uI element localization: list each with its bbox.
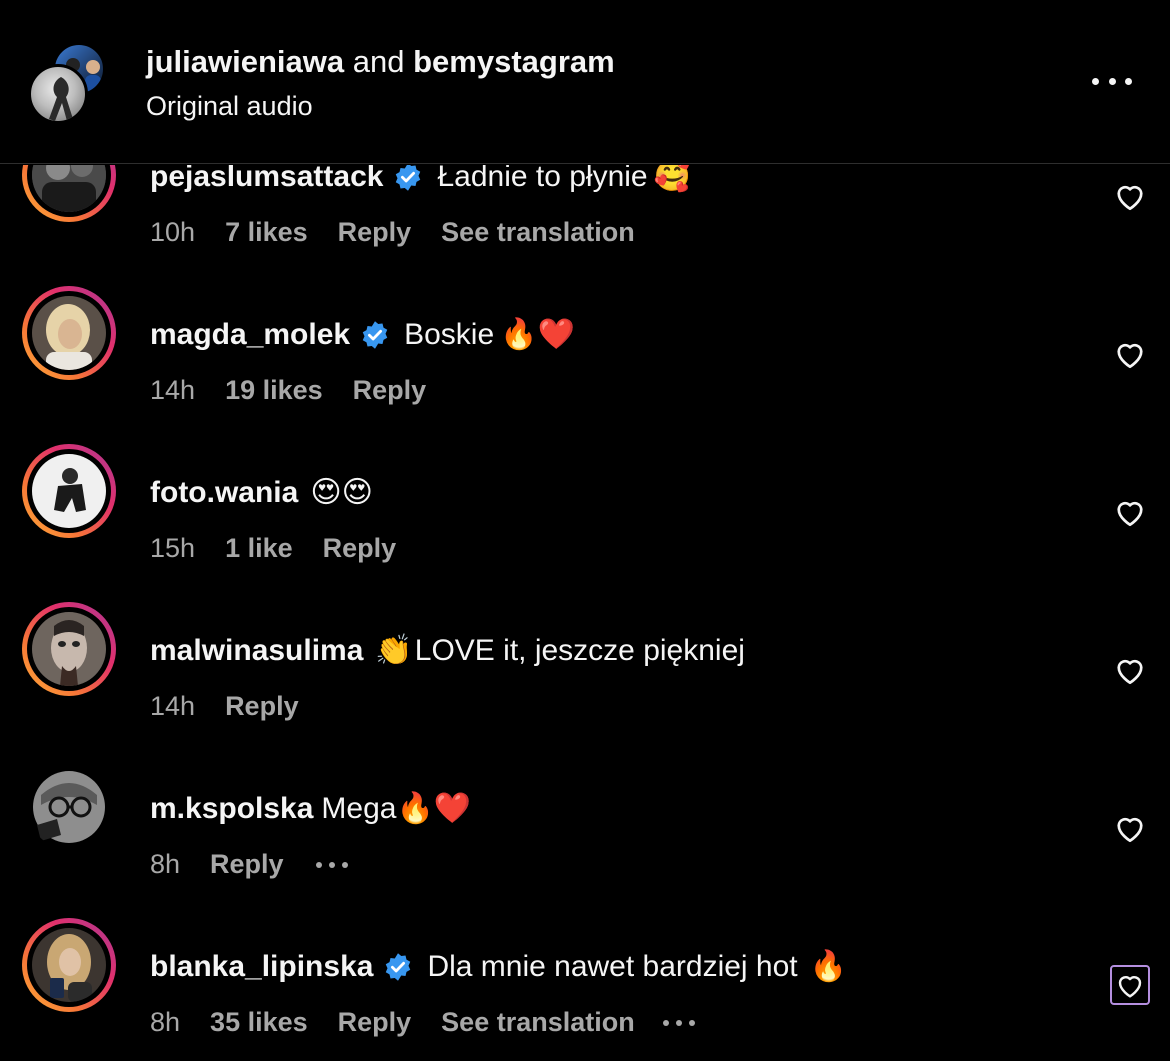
- comment-text: Boskie: [404, 317, 495, 351]
- avatar[interactable]: [32, 454, 106, 528]
- comment-text: Dla mnie nawet bardziej hot: [427, 949, 798, 983]
- heart-outline-icon[interactable]: [1112, 810, 1148, 846]
- avatar-ring[interactable]: [22, 444, 116, 538]
- reply-button[interactable]: Reply: [338, 1007, 412, 1038]
- header-joiner: and: [352, 44, 405, 79]
- comment-username[interactable]: foto.wania: [150, 476, 298, 510]
- comment-body: malwinasulima 👏 LOVE it, jeszcze pięknie…: [150, 633, 745, 668]
- comment-emoji: 😍😍: [310, 475, 373, 510]
- comment-text: Ładnie to płynie: [437, 165, 648, 193]
- comment-body: magda_molek Boskie 🔥❤️: [150, 317, 575, 352]
- heart-outline-icon[interactable]: [1112, 336, 1148, 372]
- comment-likes[interactable]: 35 likes: [210, 1007, 308, 1038]
- see-translation-button[interactable]: See translation: [441, 217, 635, 248]
- audio-link[interactable]: Original audio: [146, 91, 313, 122]
- comment-body: foto.wania 😍😍: [150, 475, 373, 510]
- comment-username[interactable]: magda_molek: [150, 318, 350, 352]
- reply-button[interactable]: Reply: [225, 691, 299, 722]
- more-icon[interactable]: [1092, 66, 1132, 96]
- header-title: juliawieniawa and bemystagram: [146, 44, 615, 80]
- reply-button[interactable]: Reply: [353, 375, 427, 406]
- comment-more-icon[interactable]: [662, 1019, 695, 1026]
- avatar[interactable]: [32, 928, 106, 1002]
- avatar-ring[interactable]: [22, 165, 116, 222]
- comment-text: Mega: [321, 791, 397, 825]
- verified-icon: [386, 952, 411, 981]
- like-button-focused[interactable]: [1110, 965, 1150, 1005]
- comment-time[interactable]: 14h: [150, 691, 195, 722]
- comment-username[interactable]: pejaslumsattack: [150, 165, 383, 194]
- comment-emoji: 🥰: [653, 165, 691, 194]
- comment-item: m.kspolska Mega 🔥❤️ 8h Reply: [0, 760, 1170, 920]
- comment-emoji: 🔥❤️: [500, 317, 575, 352]
- avatar[interactable]: [32, 612, 106, 686]
- comment-username[interactable]: m.kspolska: [150, 792, 313, 826]
- avatar[interactable]: [27, 765, 111, 849]
- comment-username[interactable]: blanka_lipinska: [150, 950, 373, 984]
- reel-header: juliawieniawa and bemystagram Original a…: [0, 0, 1170, 164]
- comment-meta: 14h 19 likes Reply: [150, 375, 456, 406]
- comment-meta: 10h 7 likes Reply See translation: [150, 217, 661, 248]
- comment-time[interactable]: 10h: [150, 217, 195, 248]
- comment-likes[interactable]: 7 likes: [225, 217, 308, 248]
- avatar-ring[interactable]: [22, 286, 116, 380]
- comment-more-icon[interactable]: [315, 861, 348, 868]
- comment-meta: 8h Reply: [150, 849, 348, 880]
- verified-icon: [362, 320, 388, 349]
- see-translation-button[interactable]: See translation: [441, 1007, 635, 1038]
- comment-emoji: 🔥❤️: [396, 791, 472, 826]
- comment-emoji: 🔥: [809, 949, 847, 984]
- comment-body: blanka_lipinska Dla mnie nawet bardziej …: [150, 949, 847, 984]
- heart-outline-icon[interactable]: [1112, 178, 1148, 214]
- comment-meta: 8h 35 likes Reply See translation: [150, 1007, 695, 1038]
- comment-time[interactable]: 15h: [150, 533, 195, 564]
- avatar-juliawieniawa[interactable]: [28, 64, 88, 124]
- comment-body: pejaslumsattack Ładnie to płynie 🥰: [150, 165, 691, 194]
- comment-body: m.kspolska Mega 🔥❤️: [150, 791, 471, 826]
- heart-outline-icon[interactable]: [1114, 969, 1146, 1001]
- comment-list[interactable]: pejaslumsattack Ładnie to płynie 🥰 10h 7…: [0, 165, 1170, 1061]
- comment-item: foto.wania 😍😍 15h 1 like Reply: [0, 444, 1170, 604]
- reply-button[interactable]: Reply: [338, 217, 412, 248]
- avatar-ring[interactable]: [22, 602, 116, 696]
- comment-emoji: 👏: [375, 633, 413, 668]
- collab-avatars[interactable]: [28, 42, 110, 124]
- comment-time[interactable]: 8h: [150, 849, 180, 880]
- avatar-ring[interactable]: [22, 918, 116, 1012]
- header-user-2[interactable]: bemystagram: [413, 44, 615, 79]
- heart-outline-icon[interactable]: [1112, 652, 1148, 688]
- comment-item: malwinasulima 👏 LOVE it, jeszcze pięknie…: [0, 602, 1170, 762]
- comment-meta: 14h Reply: [150, 691, 329, 722]
- comment-time[interactable]: 14h: [150, 375, 195, 406]
- comment-item: blanka_lipinska Dla mnie nawet bardziej …: [0, 918, 1170, 1061]
- reply-button[interactable]: Reply: [323, 533, 397, 564]
- verified-icon: [396, 165, 421, 191]
- avatar-ring[interactable]: [22, 760, 116, 854]
- reply-button[interactable]: Reply: [210, 849, 284, 880]
- header-user-1[interactable]: juliawieniawa: [146, 44, 344, 79]
- comment-likes[interactable]: 1 like: [225, 533, 293, 564]
- heart-outline-icon[interactable]: [1112, 494, 1148, 530]
- comment-text: LOVE it, jeszcze piękniej: [414, 633, 745, 667]
- comment-username[interactable]: malwinasulima: [150, 634, 363, 668]
- comment-likes[interactable]: 19 likes: [225, 375, 323, 406]
- comment-item: pejaslumsattack Ładnie to płynie 🥰 10h 7…: [0, 165, 1170, 288]
- avatar[interactable]: [32, 296, 106, 370]
- comment-item: magda_molek Boskie 🔥❤️ 14h 19 likes Repl…: [0, 286, 1170, 446]
- comment-time[interactable]: 8h: [150, 1007, 180, 1038]
- comment-meta: 15h 1 like Reply: [150, 533, 426, 564]
